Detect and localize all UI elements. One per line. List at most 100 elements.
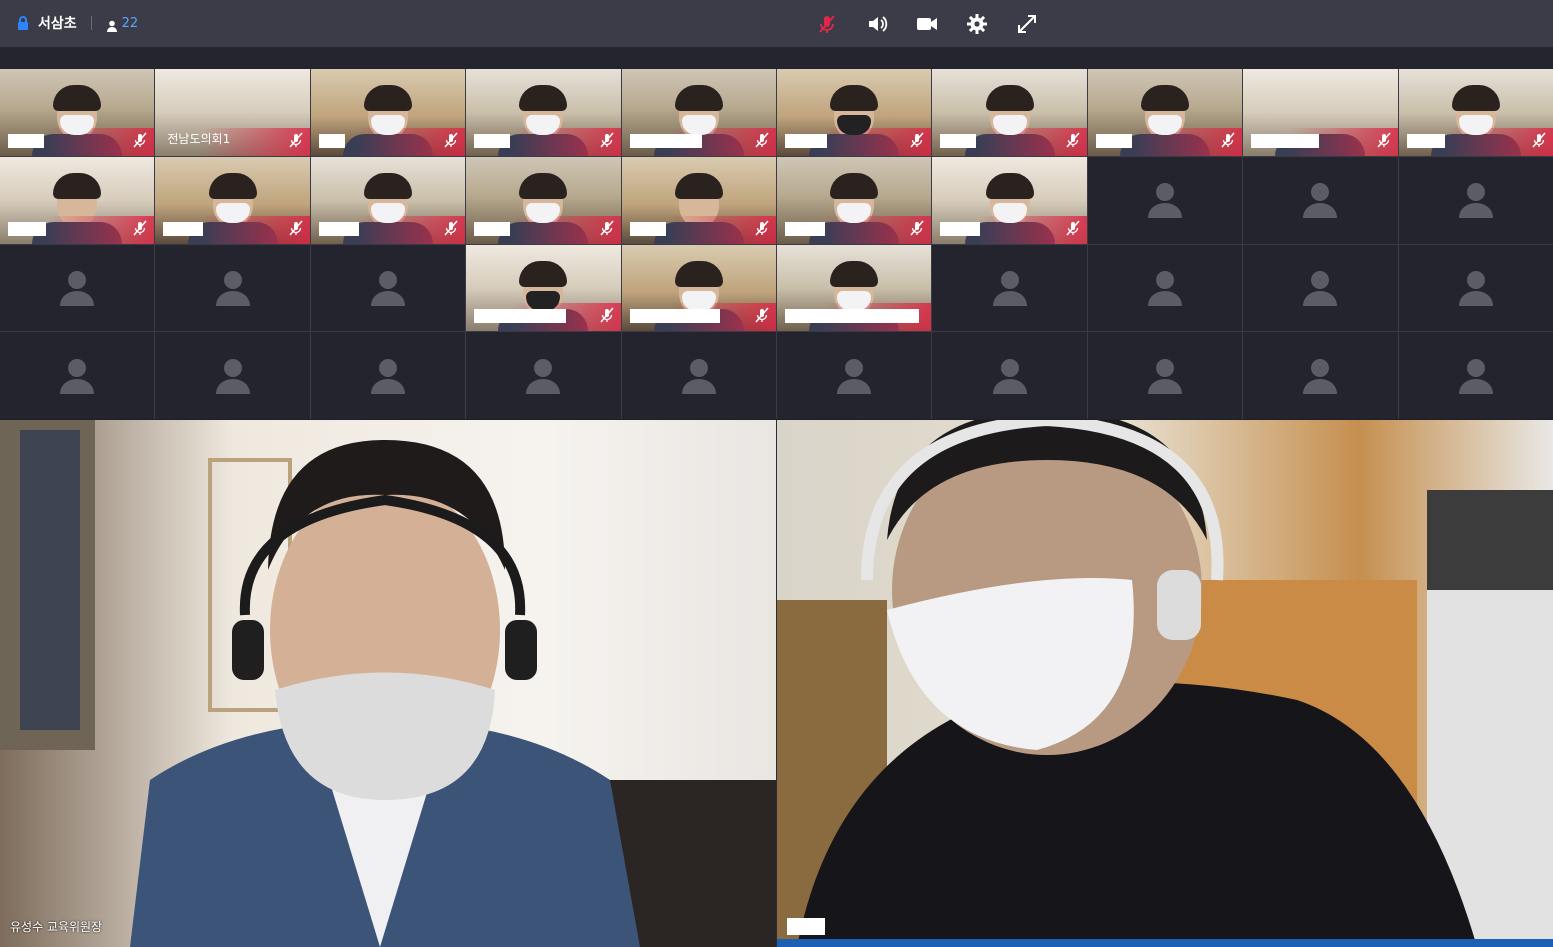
participant-tile[interactable]: [621, 69, 776, 156]
empty-participant-slot: [466, 332, 621, 419]
avatar-placeholder-icon: [837, 358, 872, 394]
empty-participant-slot: [776, 332, 932, 419]
face-mask: [215, 202, 250, 223]
participant-tile[interactable]: [776, 156, 932, 244]
participant-body: [498, 133, 589, 156]
empty-participant-slot: [0, 332, 155, 419]
settings-gear-icon: [967, 14, 987, 34]
participant-tile[interactable]: [621, 244, 776, 332]
main-video-right[interactable]: [777, 420, 1553, 947]
top-bar: 서삼초 22: [0, 0, 1553, 47]
settings-button[interactable]: [962, 9, 992, 39]
main-video-left[interactable]: 유성수 교육위원장: [0, 420, 776, 947]
avatar-placeholder-icon: [215, 358, 250, 394]
participant-tile[interactable]: [932, 156, 1087, 244]
participant-tile[interactable]: [776, 244, 932, 332]
face-mask: [992, 202, 1027, 223]
speaker-icon: [869, 16, 888, 32]
camera-icon: [917, 18, 937, 30]
face-mask: [837, 202, 872, 223]
participant-tile[interactable]: [0, 156, 155, 244]
participant-name-redacted: [787, 918, 825, 935]
participant-face: [674, 172, 723, 227]
avatar-placeholder-icon: [60, 270, 95, 306]
empty-participant-slot: [932, 244, 1087, 332]
avatar-placeholder-icon: [1303, 183, 1338, 219]
participant-body: [32, 133, 123, 156]
participant-name: 전남도의회1: [167, 131, 231, 146]
room-info: 서삼초 22: [16, 13, 138, 33]
participant-tile[interactable]: [1243, 69, 1398, 156]
empty-participant-slot: [1243, 156, 1398, 244]
participant-tile[interactable]: [932, 69, 1087, 156]
face-mask: [526, 115, 561, 135]
mic-muted-icon: [133, 220, 147, 235]
empty-participant-slot: [1398, 156, 1553, 244]
participant-tile[interactable]: [1398, 69, 1553, 156]
mic-muted-icon: [1221, 132, 1235, 148]
participant-tile[interactable]: [0, 69, 155, 156]
avatar-placeholder-icon: [60, 358, 95, 394]
face-mask: [526, 290, 561, 311]
avatar-placeholder-icon: [370, 270, 405, 306]
camera-button[interactable]: [912, 9, 942, 39]
participant-video-image: [777, 420, 1553, 947]
empty-participant-slot: [621, 332, 776, 419]
avatar-placeholder-icon: [1303, 270, 1338, 306]
face-mask: [1147, 115, 1182, 135]
avatar-placeholder-icon: [1458, 183, 1493, 219]
mic-muted-icon: [910, 220, 924, 235]
participant-body: [498, 221, 589, 244]
avatar-placeholder-icon: [1147, 183, 1182, 219]
participant-tile[interactable]: [466, 156, 621, 244]
face-mask: [1458, 115, 1493, 135]
mic-muted-icon: [1066, 220, 1080, 235]
mic-muted-icon: [1066, 132, 1080, 148]
participant-grid: 전남도의회1: [0, 69, 1553, 419]
participant-body: [342, 133, 433, 156]
participant-name-redacted: [1251, 133, 1320, 148]
participant-name-redacted: [318, 133, 345, 148]
participant-tile[interactable]: [776, 69, 932, 156]
participant-tile[interactable]: [466, 244, 621, 332]
mic-muted-icon: [289, 220, 303, 235]
participant-tile[interactable]: 전남도의회1: [155, 69, 310, 156]
speaker-button[interactable]: [862, 9, 892, 39]
mic-muted-icon: [600, 307, 614, 323]
participant-face: [53, 172, 102, 227]
avatar-placeholder-icon: [215, 270, 250, 306]
participant-name-redacted: [629, 309, 720, 324]
participant-tile[interactable]: [466, 69, 621, 156]
participant-name-redacted: [940, 133, 977, 148]
mic-muted-icon: [444, 220, 458, 235]
avatar-placeholder-icon: [1458, 270, 1493, 306]
mic-muted-icon: [1532, 132, 1546, 148]
participant-tile[interactable]: [310, 156, 466, 244]
face-mask: [837, 115, 872, 135]
mic-muted-icon: [600, 132, 614, 148]
fullscreen-button[interactable]: [1012, 9, 1042, 39]
empty-participant-slot: [310, 244, 466, 332]
mic-muted-icon: [910, 132, 924, 148]
participant-tile[interactable]: [155, 156, 310, 244]
active-speaker-indicator: [777, 939, 1553, 947]
participant-name-redacted: [8, 133, 44, 148]
empty-participant-slot: [1398, 332, 1553, 419]
participant-tile[interactable]: [1087, 69, 1243, 156]
mic-muted-icon: [755, 132, 769, 148]
avatar-placeholder-icon: [1303, 358, 1338, 394]
toolbar-spacer: [0, 47, 1553, 69]
empty-participant-slot: [932, 332, 1087, 419]
participant-tile[interactable]: [621, 156, 776, 244]
participant-name-redacted: [784, 133, 827, 148]
empty-participant-slot: [155, 332, 310, 419]
fullscreen-icon: [1018, 15, 1036, 33]
empty-participant-slot: [1087, 156, 1243, 244]
avatar-placeholder-icon: [1458, 358, 1493, 394]
participant-name-redacted: [1095, 133, 1132, 148]
participant-body: [1119, 133, 1210, 156]
mic-toggle-button[interactable]: [812, 9, 842, 39]
participant-tile[interactable]: [310, 69, 466, 156]
avatar-placeholder-icon: [1147, 270, 1182, 306]
face-mask: [370, 202, 405, 223]
